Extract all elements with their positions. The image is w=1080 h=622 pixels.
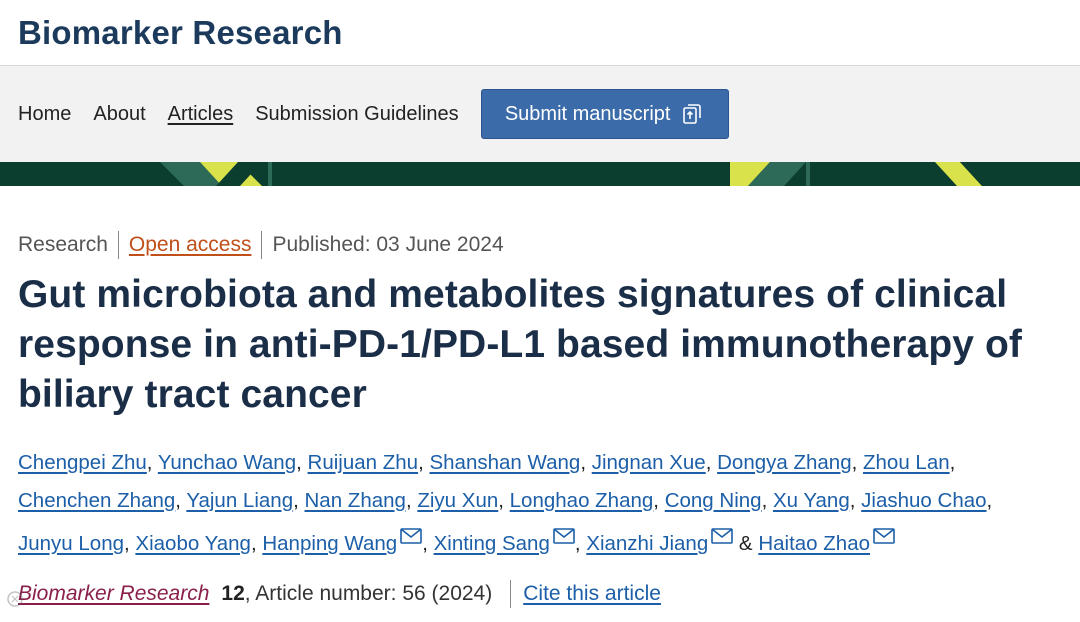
open-access-link[interactable]: Open access xyxy=(129,233,252,257)
nav-submission-guidelines[interactable]: Submission Guidelines xyxy=(255,103,458,126)
author-link[interactable]: Haitao Zhao xyxy=(758,532,870,555)
author-link[interactable]: Hanping Wang xyxy=(262,532,397,555)
main-nav: Home About Articles Submission Guideline… xyxy=(0,66,1080,162)
author-link[interactable]: Xu Yang xyxy=(773,489,850,512)
mail-icon[interactable] xyxy=(711,519,734,544)
author-list: Chengpei Zhu, Yunchao Wang, Ruijuan Zhu,… xyxy=(18,451,993,555)
citation-article-number: , Article number: 56 (2024) xyxy=(244,581,493,605)
author-ampersand: & xyxy=(733,532,759,555)
article-meta: Research Open access Published: 03 June … xyxy=(18,230,1050,260)
nav-about[interactable]: About xyxy=(93,103,145,126)
author-link[interactable]: Yajun Liang xyxy=(186,489,293,512)
external-submit-icon xyxy=(683,104,702,124)
author-link[interactable]: Xianzhi Jiang xyxy=(586,532,708,555)
author-link[interactable]: Junyu Long xyxy=(18,532,124,555)
decorative-banner xyxy=(0,162,1080,186)
watermark-logo-icon xyxy=(7,591,23,607)
citation-row: Biomarker Research 12 , Article number: … xyxy=(18,579,1050,608)
author-link[interactable]: Ziyu Xun xyxy=(417,489,498,512)
author-link[interactable]: Chengpei Zhu xyxy=(18,451,147,474)
author-link[interactable]: Cong Ning xyxy=(665,489,762,512)
author-link[interactable]: Yunchao Wang xyxy=(158,451,296,474)
journal-title-link[interactable]: Biomarker Research xyxy=(18,14,343,52)
banner-pattern xyxy=(0,162,1080,186)
meta-divider xyxy=(117,231,119,259)
mail-icon[interactable] xyxy=(400,519,423,544)
nav-home[interactable]: Home xyxy=(18,103,71,126)
published-date: Published: 03 June 2024 xyxy=(272,233,504,256)
author-link[interactable]: Ruijuan Zhu xyxy=(308,451,419,474)
author-link[interactable]: Jingnan Xue xyxy=(592,451,706,474)
article-header: Research Open access Published: 03 June … xyxy=(0,186,1080,608)
meta-divider xyxy=(261,231,263,259)
citation-volume: 12 xyxy=(221,581,245,605)
article-type: Research xyxy=(18,233,108,256)
submit-manuscript-button[interactable]: Submit manuscript xyxy=(480,89,729,139)
author-link[interactable]: Nan Zhang xyxy=(305,489,406,512)
author-link[interactable]: Jiashuo Chao xyxy=(861,489,986,512)
author-link[interactable]: Chenchen Zhang xyxy=(18,489,175,512)
author-link[interactable]: Zhou Lan xyxy=(863,451,950,474)
watermark xyxy=(6,590,24,608)
author-link[interactable]: Shanshan Wang xyxy=(429,451,580,474)
nav-articles[interactable]: Articles xyxy=(168,103,234,126)
mail-icon[interactable] xyxy=(553,519,575,544)
author-link[interactable]: Dongya Zhang xyxy=(717,451,851,474)
author-link[interactable]: Xiaobo Yang xyxy=(135,532,251,555)
journal-header: Biomarker Research xyxy=(0,0,1080,66)
citation-divider xyxy=(510,579,512,608)
citation-journal-link[interactable]: Biomarker Research xyxy=(18,582,209,606)
mail-icon[interactable] xyxy=(873,519,895,544)
article-title: Gut microbiota and metabolites signature… xyxy=(18,273,1022,416)
author-link[interactable]: Longhao Zhang xyxy=(510,489,654,512)
author-link[interactable]: Xinting Sang xyxy=(434,532,550,555)
cite-this-article-link[interactable]: Cite this article xyxy=(523,582,661,606)
submit-manuscript-label: Submit manuscript xyxy=(504,102,671,125)
